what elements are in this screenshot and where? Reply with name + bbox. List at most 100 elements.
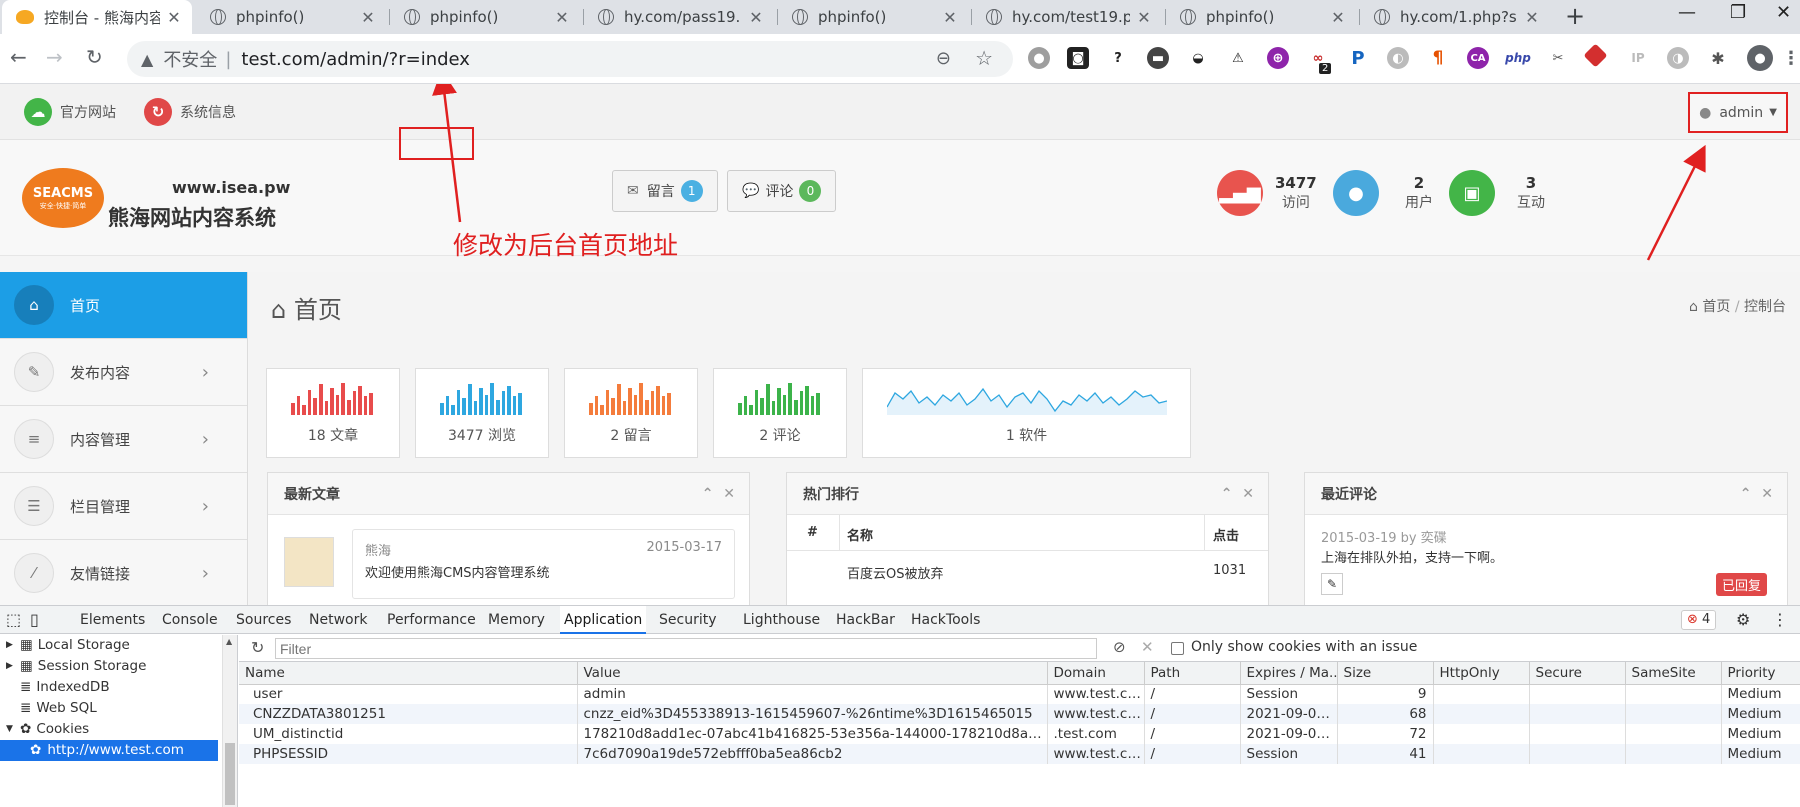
extension-diamond-icon[interactable]	[1583, 43, 1608, 68]
cookie-size[interactable]: 68	[1337, 704, 1434, 724]
cookie-name[interactable]: CNZZDATA3801251	[239, 704, 578, 724]
cookie-name[interactable]: PHPSESSID	[239, 744, 578, 764]
cookie-expires[interactable]: Session	[1240, 744, 1338, 764]
extension-ip-icon[interactable]: IP	[1627, 47, 1649, 69]
forward-arrow-icon[interactable]: →	[46, 45, 63, 69]
column-header[interactable]: HttpOnly	[1433, 662, 1530, 685]
browser-tab[interactable]: hy.com/1.php?s ✕	[1360, 0, 1550, 34]
cookie-name[interactable]: UM_distinctid	[239, 724, 578, 744]
reload-icon[interactable]: ↻	[86, 45, 103, 69]
cookie-row[interactable]: CNZZDATA3801251 cnzz_eid%3D455338913-161…	[239, 704, 1800, 724]
extension-php-icon[interactable]: php	[1505, 47, 1531, 69]
tab-hacktools[interactable]: HackTools	[911, 606, 980, 634]
cookie-domain[interactable]: www.test.com	[1047, 684, 1145, 704]
address-bar[interactable]: ▲ 不安全 | test.com/admin/?r=index ⊖ ☆	[127, 41, 1013, 77]
only-issues-checkbox[interactable]	[1171, 642, 1184, 655]
close-icon[interactable]: ✕	[166, 8, 182, 27]
browser-tab-active[interactable]: 控制台 - 熊海内容 ✕	[2, 0, 192, 34]
cookie-row[interactable]: user admin www.test.com / Session 9 Medi…	[239, 684, 1800, 704]
url-text[interactable]: test.com/admin/?r=index	[241, 49, 470, 70]
scroll-up-arrow-icon[interactable]: ▲	[226, 637, 232, 646]
cookie-priority[interactable]: Medium	[1721, 744, 1800, 764]
extension-help-icon[interactable]: ?	[1107, 47, 1129, 69]
extension-grey-icon[interactable]: ◐	[1387, 47, 1409, 69]
extension-glasses-icon[interactable]: ◙	[1067, 47, 1089, 69]
tab-memory[interactable]: Memory	[488, 606, 545, 634]
cookie-path[interactable]: /	[1144, 744, 1241, 764]
cookie-name[interactable]: user	[239, 684, 578, 704]
browser-tab[interactable]: phpinfo() ✕	[196, 0, 386, 34]
cookie-domain[interactable]: .test.com	[1047, 724, 1145, 744]
cookie-samesite[interactable]	[1625, 704, 1722, 724]
cookie-secure[interactable]	[1529, 704, 1626, 724]
delete-selected-icon[interactable]: ✕	[1141, 638, 1154, 656]
column-header[interactable]: Size	[1337, 662, 1434, 685]
device-toolbar-icon[interactable]: ▯	[30, 606, 39, 634]
column-header[interactable]: Domain	[1047, 662, 1145, 685]
tab-hackbar[interactable]: HackBar	[836, 606, 895, 634]
extension-p-icon[interactable]: P	[1347, 47, 1369, 69]
browser-menu-icon[interactable]: ⋮	[1780, 47, 1800, 69]
tab-network[interactable]: Network	[309, 606, 367, 634]
cookie-httponly[interactable]	[1433, 684, 1530, 704]
cookie-priority[interactable]: Medium	[1721, 684, 1800, 704]
tab-console[interactable]: Console	[162, 606, 218, 634]
extension-ca-icon[interactable]: CA	[1467, 47, 1489, 69]
cookie-row[interactable]: UM_distinctid 178210d8add1ec-07abc41b416…	[239, 724, 1800, 744]
cookie-secure[interactable]	[1529, 724, 1626, 744]
tree-local-storage[interactable]: ▶ ▦ Local Storage	[0, 635, 237, 656]
inspect-element-icon[interactable]: ⬚	[6, 606, 21, 634]
sidebar-scrollbar[interactable]: ▲	[222, 635, 237, 807]
cookie-httponly[interactable]	[1433, 724, 1530, 744]
restore-icon[interactable]: ❐	[1730, 2, 1746, 23]
cookie-value[interactable]: admin	[577, 684, 1048, 704]
profile-avatar-icon[interactable]: ●	[1747, 45, 1773, 71]
settings-gear-icon[interactable]: ⚙	[1736, 606, 1750, 634]
cookie-size[interactable]: 41	[1337, 744, 1434, 764]
cookie-priority[interactable]: Medium	[1721, 724, 1800, 744]
extensions-puzzle-icon[interactable]: ✱	[1707, 47, 1729, 69]
tab-security[interactable]: Security	[659, 606, 717, 634]
extension-mask-icon[interactable]: ▬	[1147, 47, 1169, 69]
clear-all-icon[interactable]: ⊘	[1113, 638, 1126, 656]
bookmark-star-icon[interactable]: ☆	[975, 46, 993, 70]
column-header[interactable]: Priority	[1721, 662, 1800, 685]
extension-purple-icon[interactable]: ⊕	[1267, 47, 1289, 69]
cookie-row[interactable]: PHPSESSID 7c6d7090a19de572ebfff0ba5ea86c…	[239, 744, 1800, 764]
extension-hat-icon[interactable]: ◒	[1187, 47, 1209, 69]
more-options-icon[interactable]: ⋮	[1772, 606, 1788, 634]
cookie-size[interactable]: 72	[1337, 724, 1434, 744]
cookie-filter-input[interactable]	[275, 638, 1097, 659]
close-icon[interactable]: ✕	[1524, 8, 1540, 27]
cookie-size[interactable]: 9	[1337, 684, 1434, 704]
new-tab-plus-icon[interactable]: +	[1565, 2, 1585, 30]
tree-cookies[interactable]: ▼ ✿ Cookies	[0, 719, 237, 740]
column-header[interactable]: Name	[239, 662, 578, 685]
tab-application[interactable]: Application	[560, 606, 647, 634]
cookie-domain[interactable]: www.test.com	[1047, 744, 1145, 764]
extension-scissors-icon[interactable]: ✂	[1547, 47, 1569, 69]
zoom-icon[interactable]: ⊖	[936, 48, 951, 69]
cookie-path[interactable]: /	[1144, 704, 1241, 724]
tree-cookie-origin[interactable]: ✿ http://www.test.com	[0, 740, 218, 761]
close-icon[interactable]: ✕	[748, 8, 764, 27]
browser-tab[interactable]: phpinfo() ✕	[1166, 0, 1356, 34]
refresh-icon[interactable]: ↻	[251, 638, 264, 657]
cookie-priority[interactable]: Medium	[1721, 704, 1800, 724]
back-arrow-icon[interactable]: ←	[10, 45, 27, 69]
cookie-expires[interactable]: Session	[1240, 684, 1338, 704]
browser-tab[interactable]: phpinfo() ✕	[390, 0, 580, 34]
browser-tab[interactable]: hy.com/test19.p ✕	[972, 0, 1162, 34]
extension-pilcrow-icon[interactable]: ¶	[1427, 47, 1449, 69]
tab-lighthouse[interactable]: Lighthouse	[743, 606, 820, 634]
cookie-httponly[interactable]	[1433, 744, 1530, 764]
extension-warning-icon[interactable]: ⚠	[1227, 47, 1249, 69]
cookie-value[interactable]: cnzz_eid%3D455338913-1615459607-%26ntime…	[577, 704, 1048, 724]
close-icon[interactable]: ✕	[1136, 8, 1152, 27]
column-header[interactable]: Value	[577, 662, 1048, 685]
cookie-secure[interactable]	[1529, 684, 1626, 704]
column-header[interactable]: Secure	[1529, 662, 1626, 685]
tree-web-sql[interactable]: ≣ Web SQL	[0, 698, 237, 719]
cookie-domain[interactable]: www.test.com	[1047, 704, 1145, 724]
tree-session-storage[interactable]: ▶ ▦ Session Storage	[0, 656, 237, 677]
